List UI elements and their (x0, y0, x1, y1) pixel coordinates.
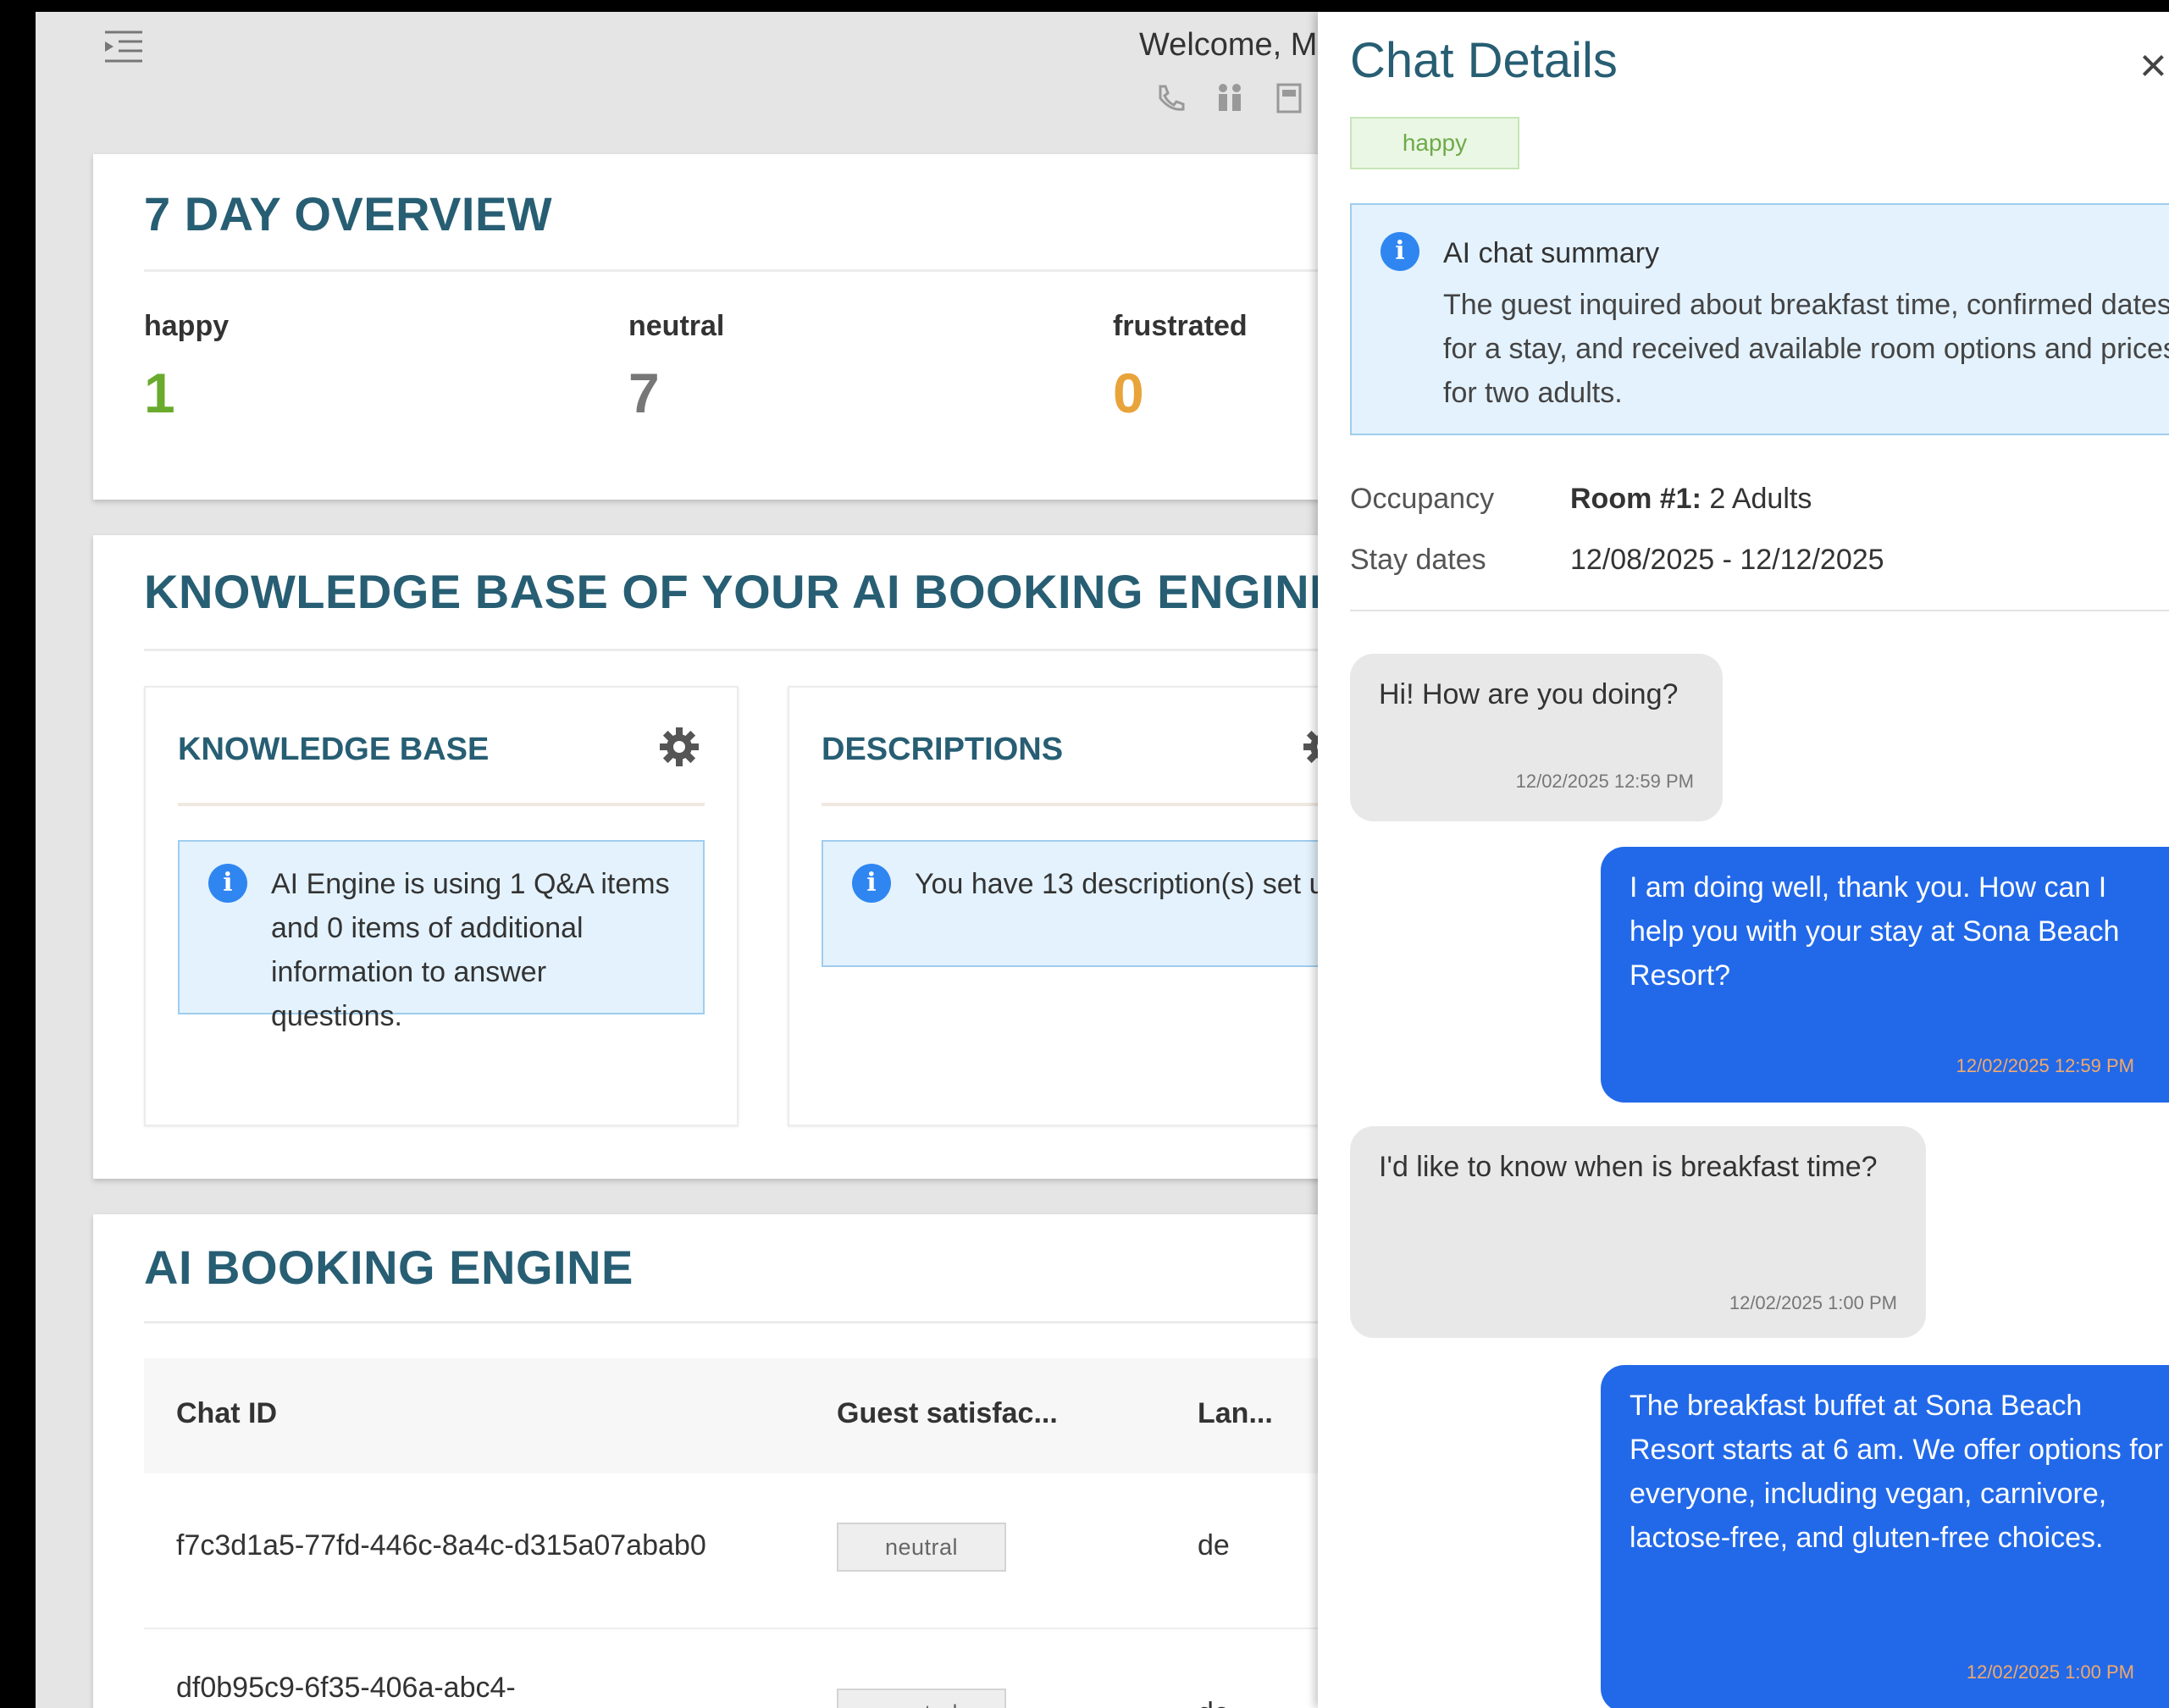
stay-dates-label: Stay dates (1350, 544, 1486, 576)
message-bubble-guest: Hi! How are you doing? 12/02/2025 12:59 … (1350, 654, 1723, 821)
message-bubble-bot: I am doing well, thank you. How can I he… (1601, 847, 2169, 1103)
overview-card: 7 DAY OVERVIEW happy 1 neutral 7 frustra… (93, 154, 1533, 500)
booking-engine-title: AI BOOKING ENGINE (144, 1241, 634, 1294)
booking-engine-card: AI BOOKING ENGINE Chat ID Guest satisfac… (93, 1214, 1533, 1708)
knowledge-title: KNOWLEDGE BASE OF YOUR AI BOOKING ENGINE (144, 565, 1342, 618)
message-time: 12/02/2025 1:00 PM (1729, 1292, 1897, 1313)
knowledge-card: KNOWLEDGE BASE OF YOUR AI BOOKING ENGINE… (93, 535, 1553, 1179)
welcome-text: Welcome, M (1139, 27, 1318, 63)
people-icon[interactable] (1211, 80, 1248, 117)
knowledge-base-info-text: AI Engine is using 1 Q&A items and 0 ite… (271, 868, 670, 1032)
ai-summary-title: AI chat summary (1443, 237, 1660, 269)
stat-neutral-value: 7 (628, 362, 660, 424)
column-chat-id[interactable]: Chat ID (176, 1397, 277, 1430)
info-icon: i (1381, 232, 1419, 271)
ai-summary-text: The guest inquired about breakfast time,… (1443, 289, 2169, 409)
chat-id-cell: df0b95c9-6f35-406a-abc4- (176, 1672, 516, 1704)
phone-icon[interactable] (1152, 80, 1189, 117)
ai-summary-box: i AI chat summary The guest inquired abo… (1350, 203, 2169, 435)
occupancy-value: Room #1: 2 Adults (1570, 483, 1812, 516)
message-text: Hi! How are you doing? (1379, 678, 1679, 710)
mood-badge: happy (1350, 117, 1519, 169)
column-guest-satisfaction[interactable]: Guest satisfac... (837, 1397, 1058, 1430)
info-icon: i (852, 864, 891, 903)
chat-id-cell: f7c3d1a5-77fd-446c-8a4c-d315a07abab0 (176, 1529, 706, 1562)
chat-details-panel: Chat Details × happy i AI chat summary T… (1318, 12, 2169, 1708)
info-icon: i (208, 864, 247, 903)
message-bubble-bot: The breakfast buffet at Sona Beach Resor… (1601, 1365, 2169, 1708)
knowledge-base-info: i AI Engine is using 1 Q&A items and 0 i… (178, 840, 705, 1032)
document-icon[interactable] (1270, 80, 1308, 117)
close-icon[interactable]: × (2139, 37, 2167, 92)
knowledge-base-title: KNOWLEDGE BASE (178, 732, 490, 767)
satisfaction-badge: neutral (837, 1689, 1006, 1708)
stat-frustrated-value: 0 (1113, 362, 1144, 424)
menu-collapse-icon[interactable] (102, 25, 146, 69)
message-time: 12/02/2025 12:59 PM (1515, 771, 1694, 792)
panel-divider (1350, 610, 2169, 611)
stay-dates-value: 12/08/2025 - 12/12/2025 (1570, 544, 1884, 576)
descriptions-info-text: You have 13 description(s) set up. (915, 868, 1349, 900)
knowledge-base-divider (178, 803, 705, 806)
overview-title: 7 DAY OVERVIEW (144, 187, 553, 240)
occupancy-count: 2 Adults (1701, 483, 1812, 515)
message-text: I am doing well, thank you. How can I he… (1630, 871, 2120, 992)
language-cell: de (1198, 1529, 1230, 1562)
language-cell: de (1198, 1697, 1230, 1708)
chat-details-title: Chat Details (1350, 33, 1618, 88)
stat-frustrated-label: frustrated (1113, 310, 1248, 342)
message-bubble-guest: I'd like to know when is breakfast time?… (1350, 1126, 1926, 1338)
stat-neutral-label: neutral (628, 310, 725, 342)
stat-happy-value: 1 (144, 362, 175, 424)
message-text: I'd like to know when is breakfast time? (1379, 1151, 1878, 1183)
descriptions-title: DESCRIPTIONS (822, 732, 1064, 767)
satisfaction-badge: neutral (837, 1523, 1006, 1572)
message-text: The breakfast buffet at Sona Beach Resor… (1630, 1390, 2163, 1554)
occupancy-label: Occupancy (1350, 483, 1495, 515)
stat-happy-label: happy (144, 310, 230, 342)
app-screen: Welcome, M 7 DAY OVERVIEW happy 1 neutra… (36, 12, 2169, 1708)
occupancy-room: Room #1: (1570, 483, 1701, 515)
message-time: 12/02/2025 12:59 PM (1956, 1055, 2134, 1076)
gear-icon[interactable] (657, 725, 701, 769)
message-time: 12/02/2025 1:00 PM (1966, 1661, 2134, 1683)
knowledge-base-card: KNOWLEDGE BASE i AI Engine is using 1 Q&… (144, 686, 739, 1126)
column-language[interactable]: Lan... (1198, 1397, 1273, 1430)
